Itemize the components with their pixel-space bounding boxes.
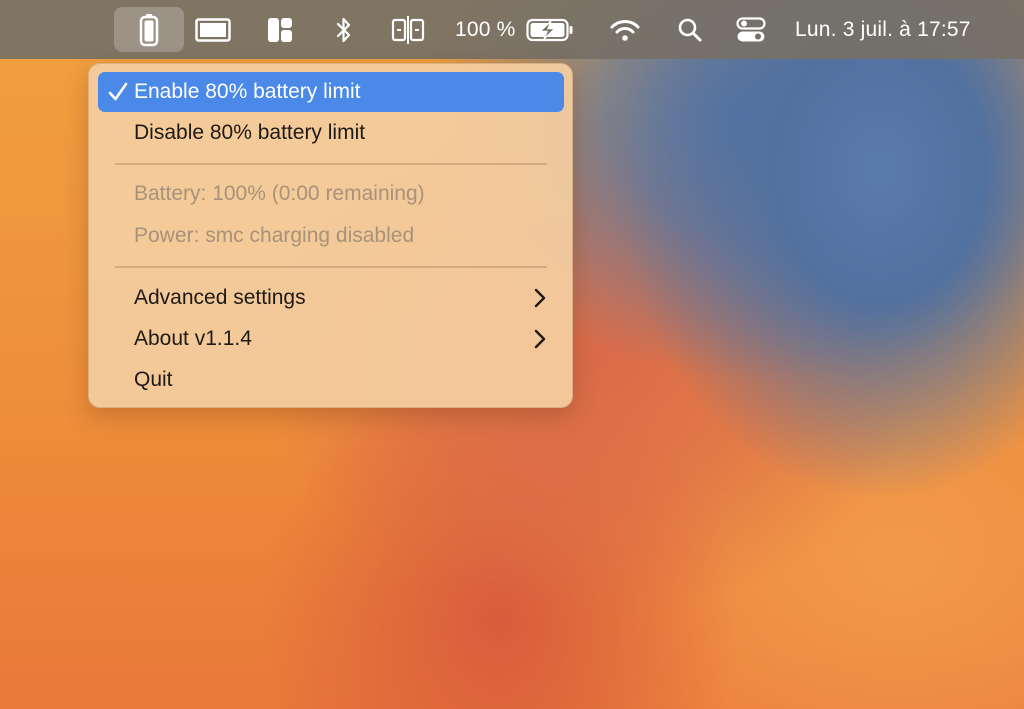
battery-menu-extra[interactable] [525,0,575,59]
menu-bar: 100 % Lun. 3 juil. à 17:57 [0,0,1024,59]
control-center-menu-extra[interactable] [734,0,768,59]
menu-item-label: Advanced settings [134,286,306,309]
battery-percent-text: 100 % [455,17,516,41]
menu-item-label: Enable 80% battery limit [134,80,361,103]
menu-item-power-status: Power: smc charging disabled [98,216,564,256]
menu-separator [115,266,547,268]
menu-item-quit[interactable]: Quit [98,360,564,400]
bluetooth-menu-extra[interactable] [330,0,358,59]
wifi-icon [610,19,640,41]
menu-separator [115,163,547,165]
phone-battery-app-icon [139,13,159,46]
display-mirroring-menu-extra[interactable] [388,0,428,59]
chevron-right-icon [534,288,546,308]
menu-item-advanced-settings[interactable]: Advanced settings [98,278,564,318]
spotlight-search-icon [678,18,702,41]
menu-item-about[interactable]: About v1.1.4 [98,319,564,359]
menu-item-label: Power: smc charging disabled [134,224,415,247]
window-layout-menu-extra[interactable] [262,0,298,59]
wifi-menu-extra[interactable] [607,0,643,59]
display-mirroring-icon [391,15,425,44]
menu-item-label: Quit [134,368,173,391]
battery-app-menu-extra[interactable] [114,0,184,59]
chevron-right-icon [534,329,546,349]
menu-item-disable-limit[interactable]: Disable 80% battery limit [98,113,564,153]
menu-item-battery-status: Battery: 100% (0:00 remaining) [98,174,564,214]
menubar-clock[interactable]: Lun. 3 juil. à 17:57 [795,0,1015,59]
bluetooth-icon [336,17,351,42]
checkmark-icon [108,82,128,101]
window-layout-icon [268,17,292,42]
display-menu-extra[interactable] [193,0,233,59]
datetime-text: Lun. 3 juil. à 17:57 [795,17,971,41]
battery-percent-label: 100 % [455,0,519,59]
spotlight-menu-extra[interactable] [674,0,706,59]
menu-item-label: About v1.1.4 [134,327,252,350]
menu-item-label: Battery: 100% (0:00 remaining) [134,182,425,205]
menu-item-enable-limit[interactable]: Enable 80% battery limit [98,72,564,112]
control-center-icon [736,16,766,41]
battery-charging-icon [526,18,573,41]
display-icon [195,17,231,42]
battery-app-dropdown-menu: Enable 80% battery limit Disable 80% bat… [88,63,573,408]
menu-item-label: Disable 80% battery limit [134,121,366,144]
